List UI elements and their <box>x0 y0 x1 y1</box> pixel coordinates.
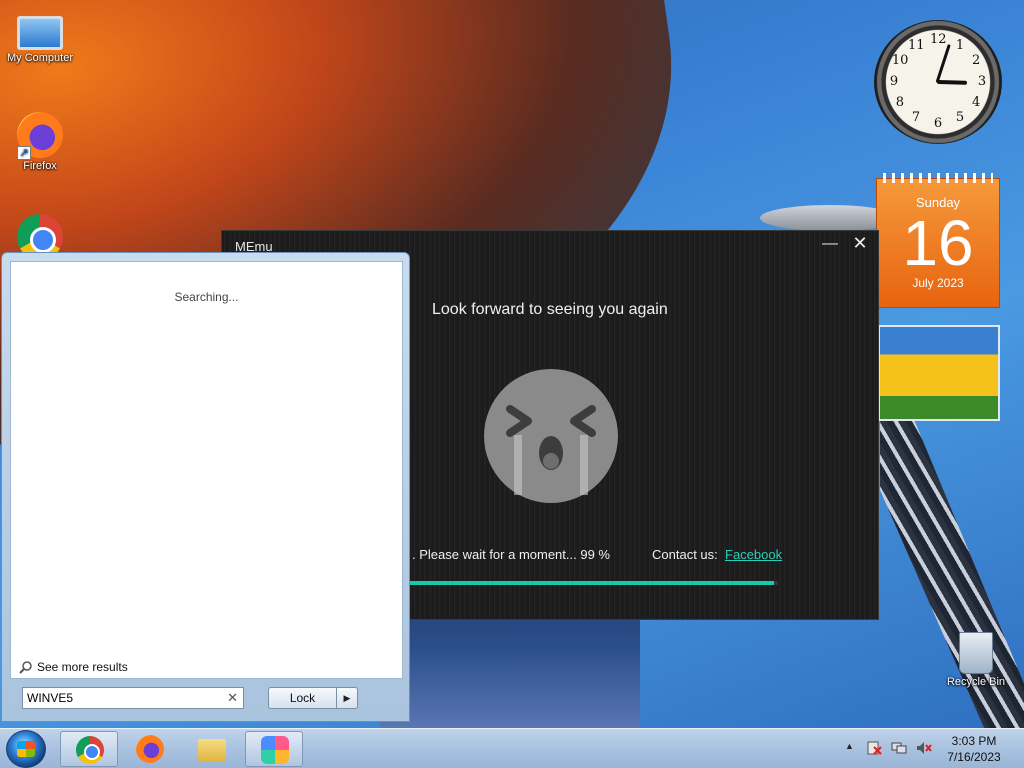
search-results-pane: Searching... See more results <box>10 261 403 679</box>
clock-numeral: 1 <box>955 37 965 53</box>
start-menu: Searching... See more results ✕ Lock ▶ <box>1 252 410 722</box>
taskbar-clock-time[interactable]: 3:03 PM <box>930 734 1018 748</box>
taskbar-app-explorer[interactable] <box>183 731 241 767</box>
desktop-icon-label: My Computer <box>6 52 74 64</box>
firefox-icon <box>136 735 164 763</box>
start-search-input[interactable] <box>23 688 218 708</box>
calendar-date: 16 <box>902 207 974 279</box>
firefox-icon: ↗ <box>17 112 63 160</box>
network-icon[interactable] <box>891 741 907 755</box>
clock-numeral: 4 <box>971 95 981 110</box>
calendar-month-year: July 2023 <box>912 276 964 290</box>
clock-numeral: 8 <box>895 95 905 110</box>
start-search-box[interactable]: ✕ <box>22 687 244 709</box>
desktop-icon-label: Firefox <box>23 160 57 172</box>
lock-button[interactable]: Lock <box>268 687 336 709</box>
recycle-bin-icon <box>959 632 993 674</box>
desktop-icon-recycle-bin[interactable]: Recycle Bin <box>936 632 1016 688</box>
see-more-results-link[interactable]: See more results <box>19 660 128 674</box>
progress-bar-fill <box>408 581 775 585</box>
chrome-icon <box>76 736 104 764</box>
desktop-icon-label: Recycle Bin <box>946 676 1006 688</box>
computer-icon <box>17 16 63 50</box>
calendar-gadget[interactable]: Sunday 16 July 2023 <box>876 173 1000 308</box>
clock-numeral: 2 <box>971 53 981 68</box>
power-options-arrow-icon[interactable]: ▶ <box>336 687 358 709</box>
clear-search-icon[interactable]: ✕ <box>227 690 238 706</box>
taskbar-clock-date[interactable]: 7/16/2023 <box>930 750 1018 764</box>
taskbar-app-memu[interactable] <box>245 731 303 767</box>
minimize-icon[interactable]: — <box>822 235 838 255</box>
memu-icon <box>261 736 289 764</box>
taskbar-app-chrome[interactable] <box>60 731 118 767</box>
clock-numeral: 9 <box>889 74 899 89</box>
start-button[interactable] <box>6 730 46 768</box>
facebook-link[interactable]: Facebook <box>725 547 782 562</box>
clock-numeral: 12 <box>930 32 947 47</box>
clock-minute-hand <box>935 43 951 83</box>
show-hidden-icons-icon[interactable]: ▲ <box>845 741 854 751</box>
action-center-icon[interactable] <box>866 741 882 755</box>
folder-icon <box>198 739 226 761</box>
progress-bar <box>408 581 778 585</box>
taskbar-app-firefox[interactable] <box>121 731 179 767</box>
clock-numeral: 11 <box>908 37 925 53</box>
clock-numeral: 3 <box>977 74 987 89</box>
slideshow-gadget[interactable] <box>878 325 1000 421</box>
clock-gadget[interactable]: 12 1 2 3 4 5 6 7 8 9 10 11 <box>874 20 1002 144</box>
search-icon <box>19 661 32 674</box>
crying-face-icon <box>484 369 618 503</box>
clock-numeral: 10 <box>891 53 909 68</box>
shortcut-arrow-icon: ↗ <box>17 146 31 160</box>
searching-status: Searching... <box>174 290 239 304</box>
clock-numeral: 7 <box>911 110 921 126</box>
clock-numeral: 5 <box>955 110 965 126</box>
desktop-icon-firefox[interactable]: ↗ Firefox <box>0 112 80 172</box>
desktop-icon-my-computer[interactable]: My Computer <box>0 10 80 64</box>
memu-status-text: . Please wait for a moment... 99 % <box>412 547 610 562</box>
taskbar: ▲ 3:03 PM 7/16/2023 <box>0 728 1024 768</box>
contact-label: Contact us: <box>652 547 718 562</box>
memu-heading: Look forward to seeing you again <box>432 301 668 318</box>
calendar-rings <box>883 173 993 183</box>
see-more-results-label: See more results <box>37 660 128 674</box>
clock-numeral: 6 <box>933 116 943 131</box>
close-icon[interactable]: ✕ <box>850 233 870 257</box>
clock-hour-hand <box>936 80 968 85</box>
